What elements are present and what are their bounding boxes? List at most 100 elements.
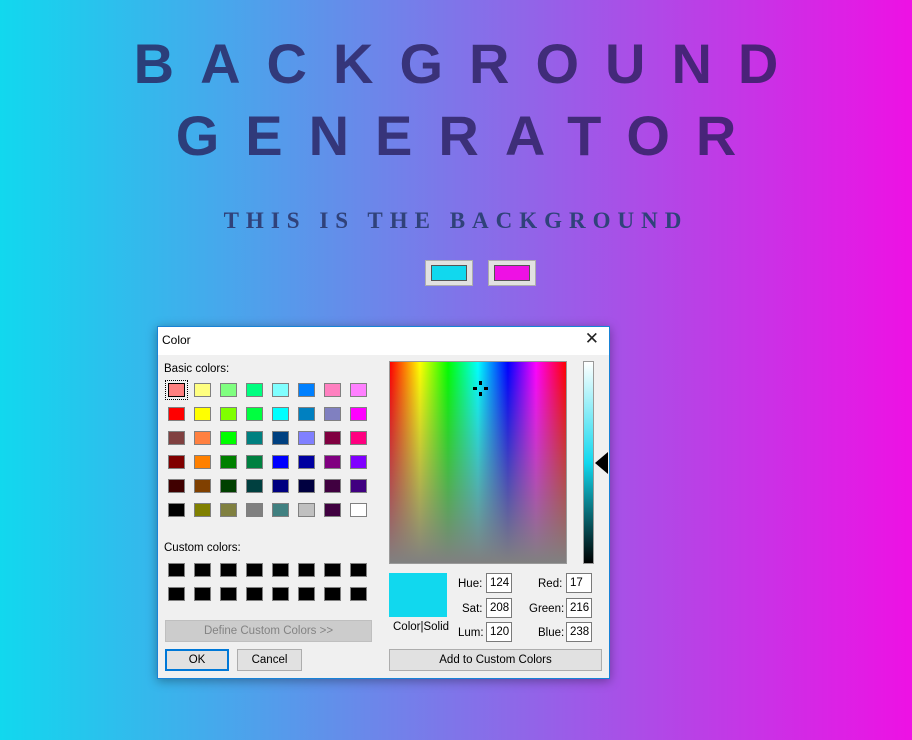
blue-input[interactable]: 238 (566, 622, 592, 642)
basic-color-swatch[interactable] (246, 455, 263, 469)
luminosity-arrow-icon[interactable] (595, 452, 608, 474)
basic-color-swatch[interactable] (298, 479, 315, 493)
color-dialog: Color ✕ Basic colors: Custom colors: Def… (157, 326, 610, 679)
basic-color-swatch[interactable] (220, 383, 237, 397)
red-label: Red: (538, 578, 563, 590)
basic-color-swatch[interactable] (194, 407, 211, 421)
basic-color-swatch[interactable] (194, 479, 211, 493)
luminosity-slider[interactable] (583, 361, 594, 564)
close-icon[interactable]: ✕ (585, 329, 599, 349)
basic-color-swatch[interactable] (168, 455, 185, 469)
basic-color-swatch[interactable] (246, 383, 263, 397)
green-input[interactable]: 216 (566, 598, 592, 618)
green-label: Green: (529, 603, 565, 615)
title-line-1: BACKGROUND (133, 32, 805, 95)
color-input-2-swatch (494, 265, 530, 281)
basic-color-swatch[interactable] (194, 383, 211, 397)
custom-color-swatch[interactable] (324, 587, 341, 601)
basic-color-swatch[interactable] (298, 455, 315, 469)
basic-color-swatch[interactable] (298, 383, 315, 397)
cancel-button[interactable]: Cancel (237, 649, 302, 671)
basic-color-swatch[interactable] (165, 380, 188, 400)
basic-color-swatch[interactable] (246, 431, 263, 445)
color-spectrum[interactable] (389, 361, 567, 564)
basic-color-swatch[interactable] (168, 479, 185, 493)
custom-color-swatch[interactable] (194, 587, 211, 601)
crosshair-icon (473, 381, 488, 396)
basic-color-swatch[interactable] (350, 407, 367, 421)
title-line-2: GENERATOR (175, 104, 763, 167)
sat-input[interactable]: 208 (486, 598, 512, 618)
color-solid-label: Color|Solid (393, 621, 450, 633)
basic-color-swatch[interactable] (324, 383, 341, 397)
basic-color-swatch[interactable] (220, 503, 237, 517)
basic-color-swatch[interactable] (272, 383, 289, 397)
hue-input[interactable]: 124 (486, 573, 512, 593)
custom-color-swatch[interactable] (298, 587, 315, 601)
custom-color-swatch[interactable] (272, 587, 289, 601)
custom-color-swatch[interactable] (350, 587, 367, 601)
color-preview (389, 573, 447, 617)
basic-color-swatch[interactable] (272, 431, 289, 445)
basic-color-swatch[interactable] (246, 479, 263, 493)
basic-color-swatch[interactable] (220, 479, 237, 493)
dialog-title: Color (162, 333, 191, 347)
basic-color-swatch[interactable] (350, 455, 367, 469)
basic-color-swatch[interactable] (298, 407, 315, 421)
ok-button[interactable]: OK (165, 649, 229, 671)
basic-color-swatch[interactable] (168, 431, 185, 445)
hue-label: Hue: (458, 578, 483, 590)
basic-color-swatch[interactable] (272, 455, 289, 469)
basic-color-swatch[interactable] (324, 503, 341, 517)
basic-color-swatch[interactable] (350, 503, 367, 517)
red-input[interactable]: 17 (566, 573, 592, 593)
add-to-custom-colors-button[interactable]: Add to Custom Colors (389, 649, 602, 671)
basic-color-swatch[interactable] (194, 455, 211, 469)
custom-color-swatch[interactable] (220, 587, 237, 601)
custom-color-swatch[interactable] (194, 563, 211, 577)
custom-colors-label: Custom colors: (164, 542, 241, 554)
blue-label: Blue: (538, 627, 565, 639)
color-input-2[interactable] (488, 260, 536, 286)
basic-color-swatch[interactable] (220, 407, 237, 421)
basic-color-swatch[interactable] (168, 407, 185, 421)
lum-input[interactable]: 120 (486, 622, 512, 642)
custom-color-swatch[interactable] (220, 563, 237, 577)
basic-color-swatch[interactable] (272, 503, 289, 517)
custom-color-swatch[interactable] (272, 563, 289, 577)
basic-color-swatch[interactable] (194, 431, 211, 445)
define-custom-colors-button[interactable]: Define Custom Colors >> (165, 620, 372, 642)
dialog-titlebar: Color ✕ (158, 327, 609, 355)
basic-color-swatch[interactable] (350, 383, 367, 397)
color-input-1[interactable] (425, 260, 473, 286)
custom-color-swatch[interactable] (168, 587, 185, 601)
basic-color-swatch[interactable] (324, 407, 341, 421)
color-input-1-swatch (431, 265, 467, 281)
lum-label: Lum: (458, 627, 484, 639)
basic-colors-label: Basic colors: (164, 363, 230, 375)
custom-color-swatch[interactable] (246, 563, 263, 577)
custom-color-swatch[interactable] (350, 563, 367, 577)
basic-color-swatch[interactable] (350, 431, 367, 445)
custom-color-swatch[interactable] (298, 563, 315, 577)
basic-color-swatch[interactable] (272, 479, 289, 493)
basic-color-swatch[interactable] (324, 479, 341, 493)
basic-color-swatch[interactable] (168, 503, 185, 517)
basic-color-swatch[interactable] (350, 479, 367, 493)
page-title: BACKGROUND GENERATOR (0, 28, 912, 172)
basic-color-swatch[interactable] (324, 431, 341, 445)
custom-color-swatch[interactable] (168, 563, 185, 577)
basic-color-swatch[interactable] (324, 455, 341, 469)
basic-color-swatch[interactable] (220, 455, 237, 469)
custom-color-swatch[interactable] (246, 587, 263, 601)
basic-color-swatch[interactable] (194, 503, 211, 517)
basic-color-swatch[interactable] (298, 503, 315, 517)
subtitle: THIS IS THE BACKGROUND (223, 208, 689, 233)
basic-color-swatch[interactable] (246, 503, 263, 517)
basic-color-swatch[interactable] (220, 431, 237, 445)
basic-color-swatch[interactable] (272, 407, 289, 421)
custom-color-swatch[interactable] (324, 563, 341, 577)
basic-color-swatch[interactable] (246, 407, 263, 421)
sat-label: Sat: (462, 603, 483, 615)
basic-color-swatch[interactable] (298, 431, 315, 445)
